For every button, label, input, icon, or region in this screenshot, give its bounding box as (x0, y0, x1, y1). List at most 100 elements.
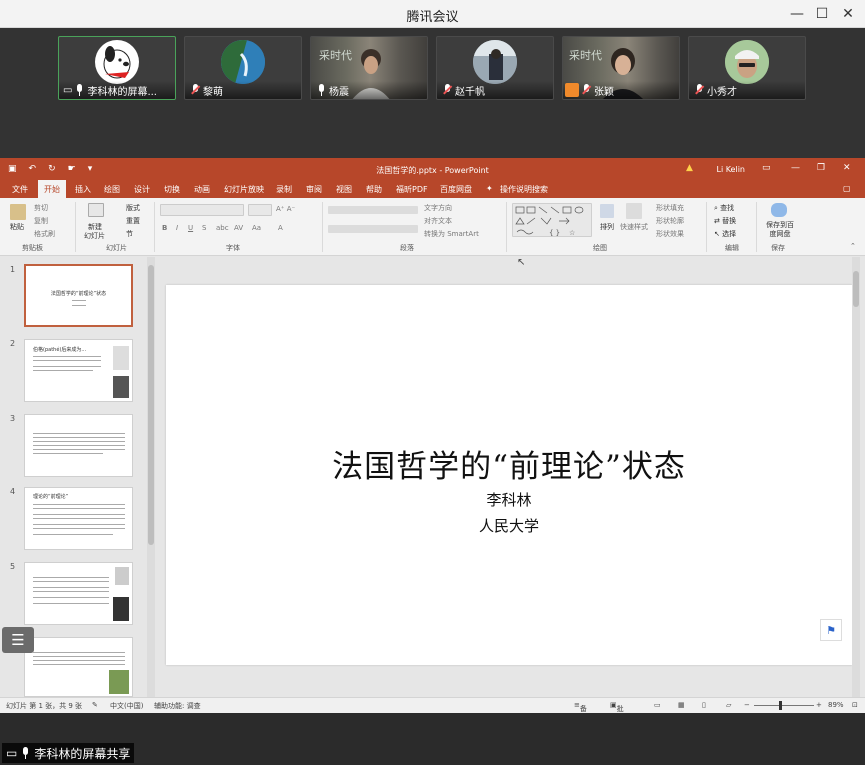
slide-canvas[interactable]: 法国哲学的“前理论”状态 李科林 人民大学 (166, 285, 852, 665)
comments-icon[interactable]: ▢ (843, 184, 851, 193)
bookmark-icon[interactable]: ⚑ (820, 619, 842, 641)
participant-tile[interactable]: 赵千帆 (436, 36, 554, 100)
tell-me-search[interactable]: 操作说明搜索 (500, 184, 548, 195)
spellcheck-icon[interactable]: ✎ (92, 701, 98, 709)
spacing-icon[interactable]: AV (234, 224, 243, 232)
tab-file[interactable]: 文件 (12, 184, 28, 195)
italic-icon[interactable]: I (176, 224, 178, 232)
shape-effects-button[interactable]: 形状效果 (656, 229, 684, 239)
arrange-icon[interactable] (600, 204, 614, 218)
participant-tile[interactable]: ▭ 李科林的屏幕... (58, 36, 176, 100)
slide-thumbnail[interactable] (24, 562, 133, 625)
baidu-cloud-icon[interactable] (771, 203, 787, 217)
sorter-view-icon[interactable]: ▦ (678, 701, 685, 709)
slide-thumbnail[interactable]: 理论的“前理论” (24, 487, 133, 550)
cut-button[interactable]: 剪切 (34, 203, 48, 213)
find-button[interactable]: ⌕ 查找 (714, 203, 734, 213)
slide-thumbnail[interactable] (24, 414, 133, 477)
participant-tile[interactable]: 采时代 张颖 (562, 36, 680, 100)
member-list-icon[interactable]: ☰ (2, 627, 34, 653)
participant-tile[interactable]: 采时代 杨震 (310, 36, 428, 100)
tab-animations[interactable]: 动画 (194, 184, 210, 195)
zoom-out-icon[interactable]: − (744, 701, 750, 709)
user-name[interactable]: Li Kelin (716, 165, 745, 174)
shapes-gallery[interactable]: { } ☆ (512, 203, 592, 237)
tab-baidu-netdisk[interactable]: 百度网盘 (440, 184, 472, 195)
bold-icon[interactable]: B (162, 224, 167, 232)
quick-styles-button[interactable]: 快速样式 (620, 222, 648, 232)
font-name-select[interactable] (160, 204, 244, 216)
tab-record[interactable]: 录制 (276, 184, 292, 195)
font-size-select[interactable] (248, 204, 272, 216)
tab-slideshow[interactable]: 幻灯片放映 (224, 184, 264, 195)
slide-author[interactable]: 李科林 (166, 489, 852, 510)
accessibility-status[interactable]: 辅助功能: 调查 (154, 701, 201, 711)
tab-view[interactable]: 视图 (336, 184, 352, 195)
pp-close-icon[interactable]: ✕ (843, 163, 851, 173)
select-button[interactable]: ↖ 选择 (714, 229, 736, 239)
align-icons[interactable] (328, 225, 418, 233)
zoom-slider-thumb[interactable] (779, 701, 782, 710)
shape-fill-button[interactable]: 形状填充 (656, 203, 684, 213)
text-direction-button[interactable]: 文字方向 (424, 203, 452, 213)
slide-title[interactable]: 法国哲学的“前理论”状态 (166, 441, 852, 486)
notes-button[interactable]: ≡ 备注 (574, 701, 587, 723)
participant-tile[interactable]: 黎萌 (184, 36, 302, 100)
shape-outline-button[interactable]: 形状轮廓 (656, 216, 684, 226)
tab-transitions[interactable]: 切换 (164, 184, 180, 195)
reset-button[interactable]: 重置 (126, 216, 140, 226)
slide-scrollbar[interactable] (852, 257, 860, 697)
format-painter-button[interactable]: 格式刷 (34, 229, 55, 239)
minimize-icon[interactable]: — (785, 3, 809, 25)
tab-review[interactable]: 审阅 (306, 184, 322, 195)
list-icons[interactable] (328, 206, 418, 214)
change-case-icon[interactable]: Aa (252, 224, 261, 232)
copy-button[interactable]: 复制 (34, 216, 48, 226)
align-text-button[interactable]: 对齐文本 (424, 216, 452, 226)
section-button[interactable]: 节 (126, 229, 133, 239)
replace-button[interactable]: ⇄ 替换 (714, 216, 736, 226)
scroll-thumb[interactable] (853, 271, 859, 307)
save-to-baidu-button[interactable]: 保存到百度网盘 (763, 221, 797, 239)
shadow-icon[interactable]: S (202, 224, 206, 232)
arrange-button[interactable]: 排列 (600, 222, 614, 232)
zoom-slider[interactable] (754, 705, 814, 706)
smartart-button[interactable]: 转换为 SmartArt (424, 229, 479, 239)
participant-tile[interactable]: 小秀才 (688, 36, 806, 100)
tab-home[interactable]: 开始 (38, 180, 66, 198)
maximize-icon[interactable]: ☐ (810, 3, 834, 25)
quick-styles-icon[interactable] (626, 203, 642, 219)
tab-insert[interactable]: 插入 (75, 184, 91, 195)
tab-help[interactable]: 帮助 (366, 184, 382, 195)
tab-design[interactable]: 设计 (134, 184, 150, 195)
thumbnail-scrollbar[interactable] (147, 257, 155, 697)
comments-button[interactable]: ▣ 批注 (610, 701, 624, 723)
tab-foxit-pdf[interactable]: 福昕PDF (396, 184, 428, 195)
zoom-in-icon[interactable]: + (816, 701, 822, 709)
slideshow-view-icon[interactable]: ▱ (726, 701, 731, 709)
tab-draw[interactable]: 绘图 (104, 184, 120, 195)
slide-thumbnail[interactable] (24, 637, 133, 697)
font-color-icon[interactable]: A (278, 224, 283, 232)
reading-view-icon[interactable]: ▯ (702, 701, 706, 709)
fit-slide-icon[interactable]: ⊡ (852, 701, 858, 709)
paste-button[interactable]: 粘贴 (10, 222, 24, 232)
new-slide-icon[interactable] (88, 203, 104, 217)
layout-button[interactable]: 版式 (126, 203, 140, 213)
pp-minimize-icon[interactable]: — (791, 163, 800, 173)
paste-icon[interactable] (10, 204, 26, 220)
close-icon[interactable]: ✕ (836, 3, 860, 25)
language-status[interactable]: 中文(中国) (110, 701, 143, 711)
collapse-ribbon-icon[interactable]: ⌃ (850, 242, 856, 250)
grow-font-icon[interactable]: A⁺ A⁻ (276, 205, 295, 213)
underline-icon[interactable]: U (188, 224, 193, 232)
pp-restore-icon[interactable]: ❐ (817, 163, 825, 173)
slide-thumbnail[interactable]: 法国哲学的“前理论”状态 (24, 264, 133, 327)
scroll-thumb[interactable] (148, 265, 154, 545)
slide-institution[interactable]: 人民大学 (166, 515, 852, 536)
normal-view-icon[interactable]: ▭ (654, 701, 661, 709)
slide-thumbnail[interactable]: 伯格(pathé)后来成为... (24, 339, 133, 402)
ribbon-display-icon[interactable]: ▭ (762, 163, 771, 173)
strikethrough-icon[interactable]: abc (216, 224, 229, 232)
zoom-level[interactable]: 89% (828, 701, 844, 709)
